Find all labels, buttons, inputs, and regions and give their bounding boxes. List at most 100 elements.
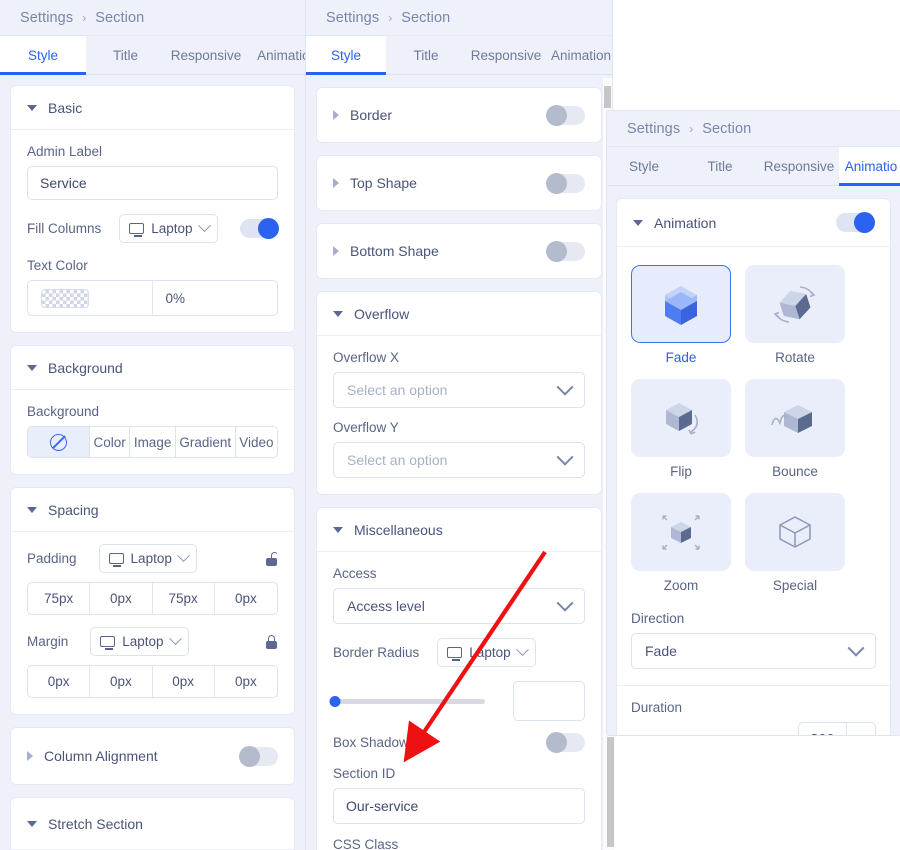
- card-bottom-shape-header[interactable]: Bottom Shape: [317, 224, 601, 278]
- card-spacing-header[interactable]: Spacing: [11, 488, 294, 532]
- padding-device-select[interactable]: Laptop: [98, 544, 197, 573]
- border-radius-slider[interactable]: [329, 693, 486, 709]
- padding-row: Padding Laptop: [27, 544, 278, 573]
- column-alignment-toggle[interactable]: [239, 745, 278, 767]
- fill-columns-toggle[interactable]: [240, 218, 279, 239]
- duration-value[interactable]: 300: [799, 723, 847, 735]
- access-value: Access level: [347, 598, 425, 614]
- fill-columns-device-select[interactable]: Laptop: [119, 214, 218, 243]
- background-type-none[interactable]: [28, 427, 90, 457]
- text-color-opacity-value[interactable]: 0%: [153, 281, 278, 315]
- margin-device-select[interactable]: Laptop: [90, 627, 189, 656]
- padding-bottom-input[interactable]: 75px: [153, 583, 215, 614]
- padding-right-input[interactable]: 0px: [90, 583, 153, 614]
- border-radius-device-select[interactable]: Laptop: [437, 638, 536, 667]
- animation-tile[interactable]: [745, 265, 845, 343]
- text-color-control[interactable]: 0%: [27, 280, 278, 316]
- text-color-swatch-cell[interactable]: [28, 281, 153, 315]
- animation-option-label: Rotate: [775, 350, 815, 365]
- animation-tile[interactable]: [631, 265, 731, 343]
- animation-option-rotate[interactable]: Rotate: [745, 265, 845, 365]
- card-column-alignment-header[interactable]: Column Alignment: [11, 728, 294, 784]
- right-panel-scroll-area[interactable]: Animation Fade Rotate Flip Bounce Zoom S…: [607, 189, 900, 735]
- card-top-shape-header[interactable]: Top Shape: [317, 156, 601, 210]
- tab-style[interactable]: Style: [306, 36, 386, 75]
- margin-link-locked-icon[interactable]: [265, 634, 278, 649]
- slider-track: [333, 698, 486, 704]
- tab-style[interactable]: Style: [0, 36, 86, 75]
- animation-option-flip[interactable]: Flip: [631, 379, 731, 479]
- slider-thumb[interactable]: [329, 695, 341, 707]
- tab-animation[interactable]: Animatio: [839, 147, 900, 186]
- left-panel-scroll-area[interactable]: Basic Admin Label Service Fill Columns L…: [0, 76, 305, 850]
- card-overflow-header[interactable]: Overflow: [317, 292, 601, 336]
- animation-option-zoom[interactable]: Zoom: [631, 493, 731, 593]
- breadcrumb-root[interactable]: Settings: [326, 10, 379, 26]
- animation-tile[interactable]: [745, 379, 845, 457]
- card-animation-title: Animation: [654, 214, 717, 231]
- padding-link-unlocked-icon[interactable]: [265, 551, 278, 566]
- background-type-gradient[interactable]: Gradient: [175, 427, 236, 457]
- tab-title[interactable]: Title: [681, 147, 759, 185]
- breadcrumb-root[interactable]: Settings: [627, 121, 680, 137]
- animation-option-fade[interactable]: Fade: [631, 265, 731, 365]
- top-shape-toggle[interactable]: [546, 172, 585, 194]
- card-miscellaneous-header[interactable]: Miscellaneous: [317, 508, 601, 552]
- padding-left-input[interactable]: 0px: [215, 583, 277, 614]
- card-border-header[interactable]: Border: [317, 88, 601, 142]
- cube-bounce-icon: [771, 405, 812, 433]
- card-border: Border: [316, 87, 602, 143]
- admin-label-input[interactable]: Service: [27, 166, 278, 200]
- margin-bottom-input[interactable]: 0px: [153, 666, 215, 697]
- animation-toggle[interactable]: [836, 212, 875, 233]
- margin-left-input[interactable]: 0px: [215, 666, 277, 697]
- tab-title[interactable]: Title: [386, 36, 466, 74]
- direction-select[interactable]: Fade: [631, 633, 876, 669]
- box-shadow-toggle[interactable]: [546, 732, 585, 753]
- tab-title[interactable]: Title: [86, 36, 165, 74]
- tab-style[interactable]: Style: [607, 147, 681, 185]
- animation-tile[interactable]: [631, 379, 731, 457]
- duration-slider[interactable]: [630, 732, 765, 735]
- background-type-video[interactable]: Video: [235, 427, 277, 457]
- duration-numeric-input[interactable]: 300 ms: [798, 722, 876, 735]
- tab-animation[interactable]: Animation: [546, 36, 612, 74]
- lock-body: [266, 640, 277, 649]
- background-type-image[interactable]: Image: [130, 427, 176, 457]
- card-overflow-body: Overflow X Select an option Overflow Y S…: [317, 336, 601, 494]
- background-type-color[interactable]: Color: [90, 427, 131, 457]
- animation-tile[interactable]: [745, 493, 845, 571]
- margin-top-input[interactable]: 0px: [28, 666, 91, 697]
- middle-scrollbar-thumb[interactable]: [604, 86, 611, 108]
- animation-tile[interactable]: [631, 493, 731, 571]
- margin-right-input[interactable]: 0px: [90, 666, 153, 697]
- card-basic-header[interactable]: Basic: [11, 86, 294, 130]
- section-id-input[interactable]: Our-service: [333, 788, 585, 824]
- animation-option-bounce[interactable]: Bounce: [745, 379, 845, 479]
- text-color-label: Text Color: [27, 258, 88, 273]
- card-animation-header[interactable]: Animation: [617, 199, 890, 247]
- toggle-knob: [546, 104, 567, 126]
- padding-top-input[interactable]: 75px: [28, 583, 91, 614]
- animation-option-label: Flip: [670, 464, 692, 479]
- overflow-y-select[interactable]: Select an option: [333, 442, 585, 478]
- card-background-header[interactable]: Background: [11, 346, 294, 390]
- card-stretch-section-header[interactable]: Stretch Section: [11, 798, 294, 850]
- access-label: Access: [333, 566, 377, 581]
- animation-option-special[interactable]: Special: [745, 493, 845, 593]
- border-toggle[interactable]: [546, 104, 585, 126]
- border-radius-input[interactable]: [513, 681, 585, 721]
- tab-animation[interactable]: Animatic: [247, 36, 305, 74]
- slider-thumb[interactable]: [630, 734, 642, 735]
- tab-responsive[interactable]: Responsive: [165, 36, 247, 74]
- padding-label: Padding: [27, 551, 77, 566]
- middle-panel-scroll-area[interactable]: Border Top Shape Bottom Shape Overflow O…: [306, 78, 612, 850]
- breadcrumb-root[interactable]: Settings: [20, 10, 73, 26]
- overflow-x-select[interactable]: Select an option: [333, 372, 585, 408]
- animation-option-label: Special: [772, 578, 818, 593]
- page-scrollbar-thumb[interactable]: [607, 737, 614, 847]
- access-select[interactable]: Access level: [333, 588, 585, 624]
- tab-responsive[interactable]: Responsive: [466, 36, 546, 74]
- bottom-shape-toggle[interactable]: [546, 240, 585, 262]
- tab-responsive[interactable]: Responsive: [759, 147, 839, 185]
